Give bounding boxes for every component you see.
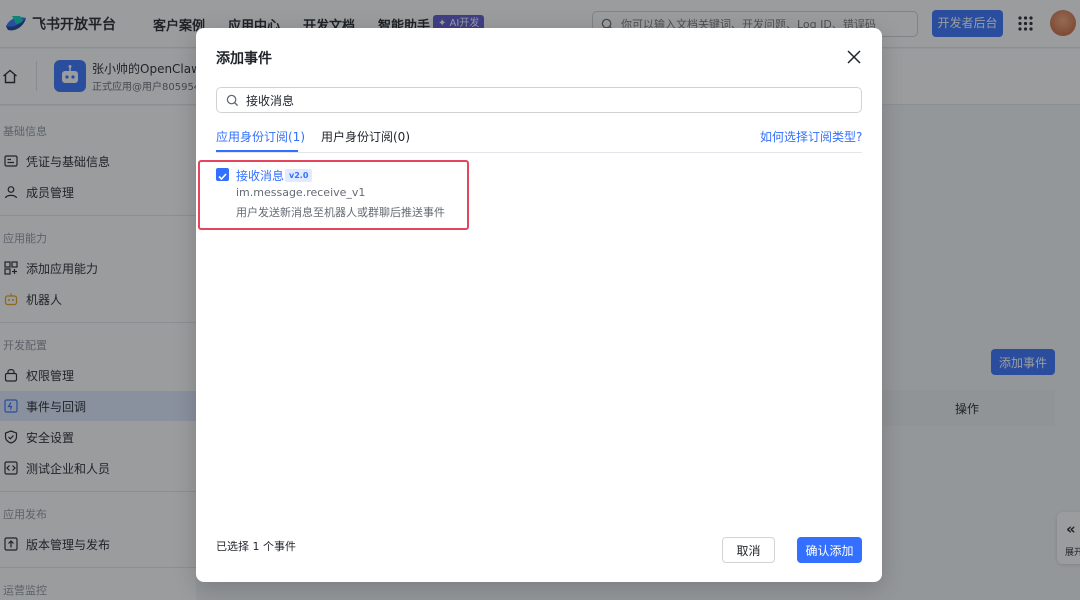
selected-count: 已选择 1 个事件: [216, 540, 296, 553]
search-icon: [226, 94, 239, 107]
event-name: 接收消息: [236, 169, 285, 183]
event-search[interactable]: [216, 87, 862, 113]
checkmark-icon: [218, 173, 227, 181]
cancel-button[interactable]: 取消: [722, 537, 775, 563]
tab-divider: [216, 152, 862, 153]
subscription-type-help-link[interactable]: 如何选择订阅类型?: [760, 128, 862, 145]
event-search-input[interactable]: [246, 91, 846, 109]
event-key: im.message.receive_v1: [236, 186, 366, 199]
confirm-add-button[interactable]: 确认添加: [797, 537, 862, 563]
close-icon[interactable]: [846, 49, 862, 65]
event-version-badge: v2.0: [285, 169, 313, 182]
add-event-dialog: 添加事件 应用身份订阅(1) 用户身份订阅(0) 如何选择订阅类型? 接收消息 …: [196, 28, 882, 582]
event-list-item[interactable]: 接收消息 v2.0 im.message.receive_v1 用户发送新消息至…: [216, 166, 466, 226]
dialog-title: 添加事件: [216, 51, 272, 67]
event-description: 用户发送新消息至机器人或群聊后推送事件: [236, 206, 445, 219]
tab-user-identity[interactable]: 用户身份订阅(0): [321, 128, 410, 145]
event-checkbox[interactable]: [216, 168, 229, 181]
tab-app-identity[interactable]: 应用身份订阅(1): [216, 128, 305, 145]
